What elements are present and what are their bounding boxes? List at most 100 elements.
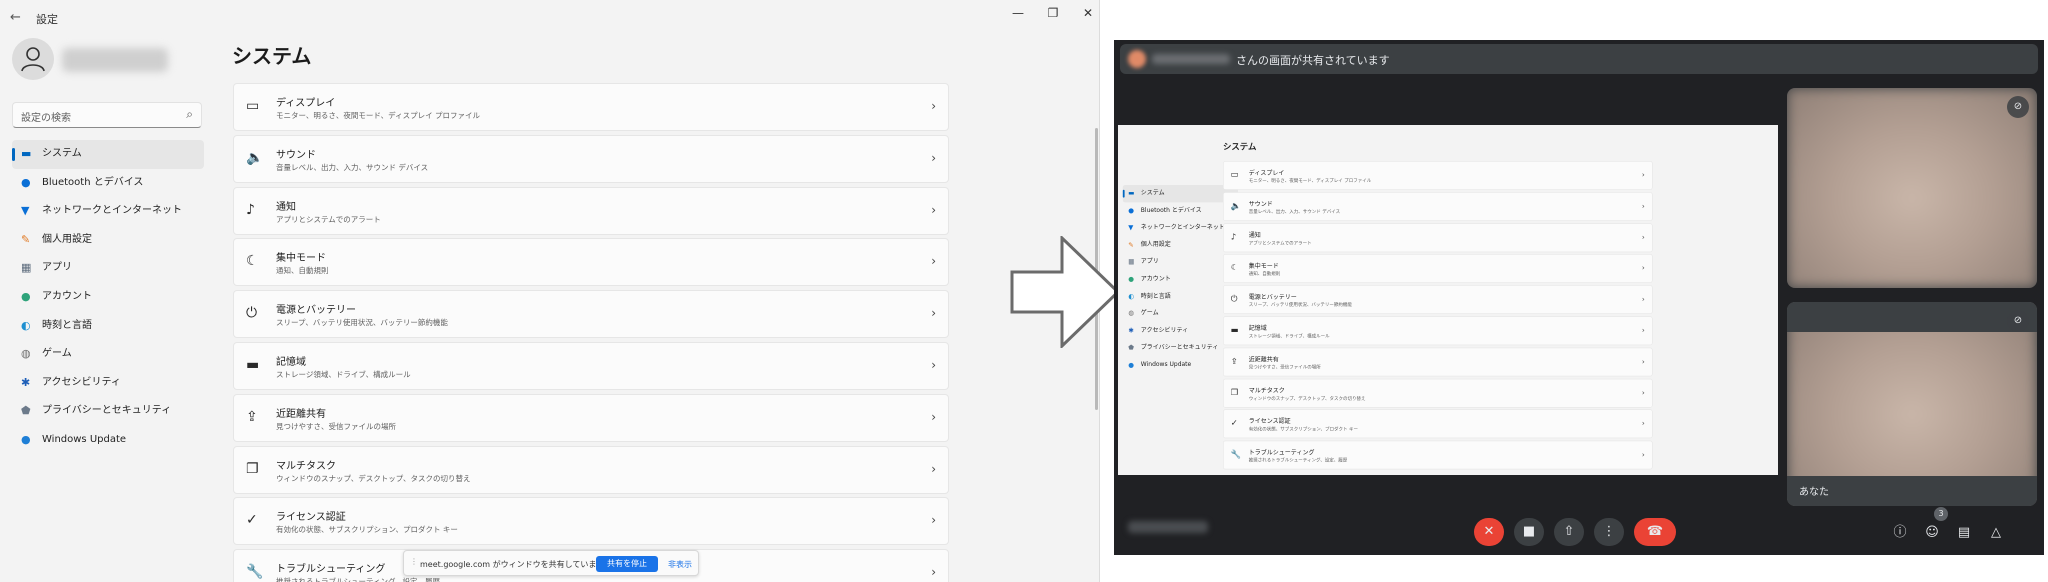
- globe-icon: ◐: [21, 318, 31, 332]
- search-input[interactable]: 設定の検索 ⌕: [12, 102, 202, 128]
- window-title: 設定: [36, 13, 58, 26]
- right-arrow-icon: [1010, 236, 1120, 348]
- card-title: 近距離共有: [276, 408, 326, 420]
- shared-sidebar-item[interactable]: ✱ アクセシビリティ: [1123, 322, 1238, 339]
- chevron-right-icon: ›: [931, 306, 936, 321]
- wrench-icon: 🔧: [246, 564, 264, 581]
- sidebar-item[interactable]: ● Windows Update: [12, 426, 204, 455]
- blurred-account-name: [62, 48, 168, 72]
- shared-settings-card[interactable]: ❐ マルチタスク ウィンドウのスナップ、デスクトップ、タスクの切り替え ›: [1223, 378, 1653, 408]
- accessibility-icon: ✱: [1128, 326, 1134, 335]
- chevron-right-icon: ›: [1641, 388, 1645, 397]
- shared-sidebar-item[interactable]: ● アカウント: [1123, 271, 1238, 288]
- card-title: サウンド: [276, 149, 316, 161]
- shared-sidebar-item[interactable]: ▼ ネットワークとインターネット: [1123, 219, 1238, 236]
- shared-settings-card[interactable]: ✓ ライセンス認証 有効化の状態、サブスクリプション、プロダクト キー ›: [1223, 409, 1653, 439]
- shared-settings-card[interactable]: ⏻ 電源とバッテリー スリープ、バッテリ使用状況、バッテリー節約機能 ›: [1223, 285, 1653, 315]
- shared-settings-card[interactable]: 🔧 トラブルシューティング 推奨されるトラブルシューティング、設定、履歴 ›: [1223, 440, 1653, 470]
- speaker-icon: 🔈: [246, 149, 264, 166]
- activities-icon[interactable]: △: [1984, 521, 2008, 545]
- shared-sidebar-item-label: Bluetooth とデバイス: [1140, 206, 1202, 214]
- settings-card[interactable]: 🔈 サウンド 音量レベル、出力、入力、サウンド デバイス ›: [233, 134, 949, 183]
- settings-window: ← 設定 — ❐ ✕ 設定の検索 ⌕ ▬ システム ● Bluetooth とデバイス…: [0, 0, 1100, 582]
- chevron-right-icon: ›: [1641, 201, 1645, 211]
- camera-button[interactable]: ■: [1514, 518, 1544, 546]
- shared-settings-card[interactable]: 🔈 サウンド 音量レベル、出力、入力、サウンド デバイス ›: [1223, 192, 1653, 221]
- shared-card-subtitle: 音量レベル、出力、入力、サウンド デバイス: [1248, 208, 1341, 215]
- more-options-button[interactable]: ⋮: [1594, 518, 1624, 546]
- drag-handle-icon[interactable]: ⋮: [410, 557, 418, 566]
- settings-card[interactable]: ♪ 通知 アプリとシステムでのアラート ›: [233, 186, 949, 235]
- shared-sidebar-item[interactable]: ✎ 個人用設定: [1123, 236, 1238, 253]
- settings-card[interactable]: ✓ ライセンス認証 有効化の状態、サブスクリプション、プロダクト キー ›: [233, 497, 949, 546]
- shared-sidebar-item[interactable]: ● Windows Update: [1123, 357, 1238, 374]
- shared-sidebar-item[interactable]: ◍ ゲーム: [1123, 305, 1238, 322]
- shared-settings-card[interactable]: ▬ 記憶域 ストレージ領域、ドライブ、構成ルール ›: [1223, 316, 1653, 346]
- moon-icon: ☾: [1230, 263, 1239, 273]
- sharing-message: meet.google.com がウィンドウを共有しています。: [420, 560, 612, 569]
- shared-settings-card[interactable]: ▭ ディスプレイ モニター、明るさ、夜間モード、ディスプレイ プロファイル ›: [1223, 161, 1653, 190]
- sidebar-item[interactable]: ● アカウント: [12, 283, 204, 312]
- chevron-right-icon: ›: [931, 357, 936, 372]
- settings-card[interactable]: ⇪ 近距離共有 見つけやすさ、受信ファイルの場所 ›: [233, 393, 949, 442]
- avatar[interactable]: [12, 38, 54, 80]
- people-icon[interactable]: ☺: [1920, 521, 1944, 545]
- sidebar-item[interactable]: ✎ 個人用設定: [12, 226, 204, 255]
- chevron-right-icon: ›: [1641, 450, 1645, 459]
- shared-settings-card[interactable]: ☾ 集中モード 通知、自動規則 ›: [1223, 254, 1653, 284]
- shared-sidebar-item[interactable]: ▦ アプリ: [1123, 254, 1238, 271]
- shared-sidebar-item-label: アプリ: [1140, 258, 1159, 266]
- shared-card-subtitle: ウィンドウのスナップ、デスクトップ、タスクの切り替え: [1248, 395, 1366, 401]
- info-icon[interactable]: ⓘ: [1888, 521, 1912, 545]
- sidebar-item[interactable]: ◍ ゲーム: [12, 340, 204, 369]
- card-subtitle: 通知、自動規則: [276, 266, 329, 276]
- sidebar-item[interactable]: ◐ 時刻と言語: [12, 312, 204, 341]
- participant-count-badge: 3: [1934, 507, 1948, 521]
- brush-icon: ✎: [1128, 240, 1134, 249]
- chevron-right-icon: ›: [931, 513, 936, 528]
- shared-sidebar-item[interactable]: ● Bluetooth とデバイス: [1123, 202, 1238, 219]
- participant-tile[interactable]: ⊘: [1787, 88, 2037, 288]
- search-icon: ⌕: [186, 107, 193, 121]
- check-circle-icon: ✓: [246, 512, 258, 529]
- sidebar-item[interactable]: ▼ ネットワークとインターネット: [12, 197, 204, 226]
- back-arrow-icon[interactable]: ←: [10, 10, 21, 25]
- chevron-right-icon: ›: [1641, 325, 1645, 335]
- present-button[interactable]: ⇧: [1554, 518, 1584, 546]
- mic-off-button[interactable]: ✕: [1474, 518, 1504, 546]
- hide-button[interactable]: 非表示: [668, 559, 692, 570]
- settings-card[interactable]: ▭ ディスプレイ モニター、明るさ、夜間モード、ディスプレイ プロファイル ›: [233, 83, 949, 131]
- minimize-icon[interactable]: —: [1000, 4, 1036, 22]
- card-title: 電源とバッテリー: [276, 305, 356, 317]
- close-icon[interactable]: ✕: [1070, 4, 1099, 22]
- shared-sidebar-item[interactable]: ◐ 時刻と言語: [1123, 288, 1238, 305]
- shared-sidebar-item[interactable]: ⬟ プライバシーとセキュリティ: [1123, 339, 1238, 356]
- chevron-right-icon: ›: [1641, 357, 1645, 366]
- sidebar-item[interactable]: ▦ アプリ: [12, 254, 204, 283]
- globe-icon: ◐: [1128, 292, 1134, 300]
- end-call-button[interactable]: ☎: [1634, 518, 1676, 546]
- self-tile[interactable]: ⊘ あなた: [1787, 302, 2037, 506]
- sidebar-item-label: アカウント: [42, 290, 92, 302]
- shared-settings-card[interactable]: ♪ 通知 アプリとシステムでのアラート ›: [1223, 223, 1653, 252]
- sidebar-item-label: 個人用設定: [42, 233, 92, 245]
- stop-sharing-button[interactable]: 共有を停止: [596, 556, 658, 572]
- settings-card[interactable]: ⏻ 電源とバッテリー スリープ、バッテリ使用状況、バッテリー節約機能 ›: [233, 290, 949, 339]
- card-subtitle: ウィンドウのスナップ、デスクトップ、タスクの切り替え: [276, 473, 471, 483]
- sidebar-item[interactable]: ⬟ プライバシーとセキュリティ: [12, 397, 204, 426]
- settings-card[interactable]: ❐ マルチタスク ウィンドウのスナップ、デスクトップ、タスクの切り替え ›: [233, 445, 949, 494]
- shared-card-subtitle: ストレージ領域、ドライブ、構成ルール: [1248, 333, 1330, 339]
- shared-sidebar-item[interactable]: ▬ システム: [1122, 185, 1238, 203]
- bell-icon: ♪: [246, 201, 255, 218]
- restore-icon[interactable]: ❐: [1035, 4, 1071, 22]
- settings-card[interactable]: ☾ 集中モード 通知、自動規則 ›: [233, 238, 949, 287]
- sidebar-item[interactable]: ● Bluetooth とデバイス: [12, 169, 204, 198]
- shared-settings-card[interactable]: ⇪ 近距離共有 見つけやすさ、受信ファイルの場所 ›: [1223, 347, 1653, 377]
- card-subtitle: 推奨されるトラブルシューティング、設定、履歴: [276, 577, 441, 582]
- chat-icon[interactable]: ▤: [1952, 521, 1976, 545]
- card-subtitle: ストレージ領域、ドライブ、構成ルール: [276, 369, 411, 379]
- chevron-right-icon: ›: [931, 254, 936, 269]
- sidebar-item[interactable]: ▬ システム: [12, 140, 204, 169]
- sidebar-item[interactable]: ✱ アクセシビリティ: [12, 369, 204, 398]
- settings-card[interactable]: ▬ 記憶域 ストレージ領域、ドライブ、構成ルール ›: [233, 341, 949, 390]
